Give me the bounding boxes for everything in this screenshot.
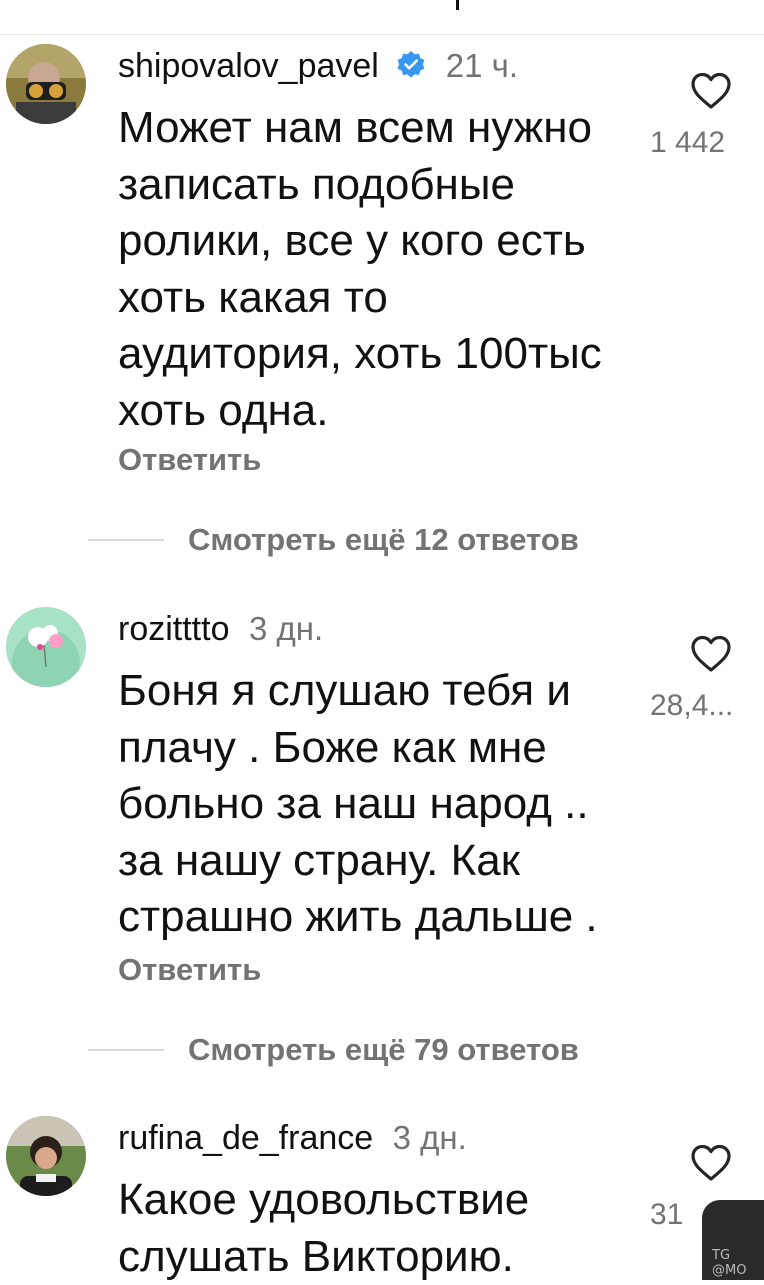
top-edge-mark (456, 0, 459, 10)
heart-outline-icon[interactable] (688, 68, 734, 114)
divider-line (88, 1049, 164, 1051)
comment-time: 3 дн. (248, 610, 324, 647)
avatar-image (6, 44, 86, 124)
comment-text: Боня я слушаю тебя и плачу . Боже как мн… (118, 666, 598, 941)
view-more-replies[interactable]: Смотреть ещё 79 ответов (88, 1030, 579, 1070)
username[interactable]: shipovalov_pavel (118, 47, 379, 85)
divider-line (88, 539, 164, 541)
verified-badge-icon (397, 51, 425, 78)
username[interactable]: rozitttto (118, 610, 229, 648)
comment-meta: shipovalov_pavel 21 ч. (118, 46, 518, 86)
heart-outline-icon[interactable] (688, 631, 734, 677)
thumbnail-tag: TG @MO (712, 1248, 747, 1278)
heart-outline-icon[interactable] (688, 1140, 734, 1186)
video-thumbnail[interactable]: TG @MO (702, 1200, 764, 1280)
top-divider (0, 34, 764, 35)
comment-meta: rufina_de_france 3 дн. (118, 1118, 467, 1158)
comment-time: 21 ч. (445, 47, 518, 84)
view-more-replies-label[interactable]: Смотреть ещё 79 ответов (188, 1032, 579, 1068)
reply-button[interactable]: Ответить (118, 952, 261, 988)
avatar[interactable] (6, 44, 86, 124)
avatar-image (6, 1116, 86, 1196)
comment-time: 3 дн. (392, 1119, 467, 1156)
like-count: 28,4... (650, 689, 734, 722)
avatar[interactable] (6, 607, 86, 687)
username[interactable]: rufina_de_france (118, 1119, 373, 1157)
view-more-replies[interactable]: Смотреть ещё 12 ответов (88, 520, 579, 560)
comment-meta: rozitttto 3 дн. (118, 609, 323, 649)
view-more-replies-label[interactable]: Смотреть ещё 12 ответов (188, 522, 579, 558)
avatar[interactable] (6, 1116, 86, 1196)
reply-button[interactable]: Ответить (118, 442, 261, 478)
comment-text: Какое удовольствие слушать Викторию. (118, 1175, 530, 1281)
like-count: 1 442 (650, 126, 726, 159)
avatar-image (6, 607, 86, 687)
comment-text: Может нам всем нужно записать подобные р… (118, 103, 602, 435)
